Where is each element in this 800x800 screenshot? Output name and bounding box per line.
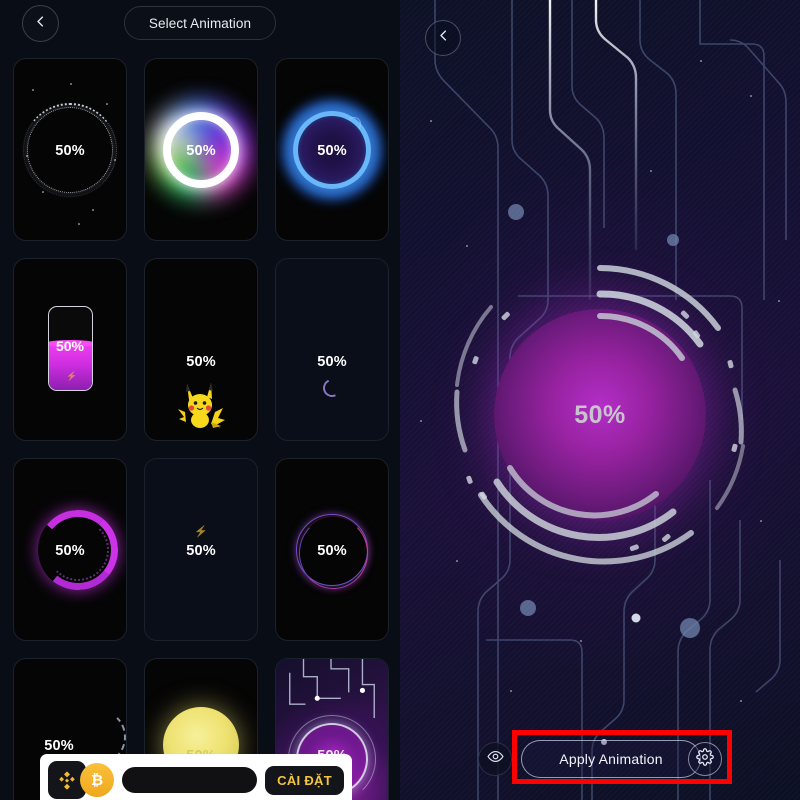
apply-animation-label: Apply Animation <box>559 751 663 767</box>
tile-percent: 50% <box>55 543 85 559</box>
animation-tile-blue-plasma[interactable]: 50% <box>275 58 389 241</box>
ad-text-placeholder <box>122 767 258 793</box>
tile-percent: 50% <box>317 143 347 159</box>
animation-tile-pikachu[interactable]: 50% <box>144 258 258 441</box>
animation-tile-grid: 50% 50% 50% ⚡ 50% 50% 50% 50% ⚡ 50% 50% … <box>13 58 389 800</box>
tile-percent: 50% <box>44 738 74 754</box>
animation-picker-panel: Select Animation 50% 50% 50% ⚡ 50% 50% 5… <box>0 0 400 800</box>
select-animation-label: Select Animation <box>148 15 252 31</box>
bolt-icon: ⚡ <box>66 370 78 381</box>
bitcoin-coin-icon: ₿ <box>80 763 114 797</box>
tile-percent: 50% <box>55 338 85 355</box>
ad-banner[interactable]: ₿ CÀI ĐẶT <box>40 754 352 800</box>
animation-tile-particle-ring[interactable]: 50% <box>13 58 127 241</box>
animation-tile-mini-spinner[interactable]: 50% <box>275 258 389 441</box>
eye-icon <box>486 748 504 770</box>
animation-tile-thin-dual-ring[interactable]: 50% <box>275 458 389 641</box>
battery-graphic: ⚡ 50% <box>47 305 93 391</box>
animation-tile-phone-battery[interactable]: ⚡ 50% <box>13 258 127 441</box>
animation-preview-panel: 50% Apply Animation <box>400 0 800 800</box>
settings-button[interactable] <box>688 742 722 776</box>
spinner-icon <box>320 376 344 400</box>
preview-orb: 50% <box>435 250 765 580</box>
left-header: Select Animation <box>0 0 400 46</box>
preview-controls: Apply Animation <box>400 736 800 782</box>
select-animation-title[interactable]: Select Animation <box>124 6 276 40</box>
bolt-icon: ⚡ <box>194 526 208 538</box>
app-root: Select Animation 50% 50% 50% ⚡ 50% 50% 5… <box>0 0 800 800</box>
preview-percent: 50% <box>574 401 626 429</box>
tile-percent: 50% <box>317 543 347 559</box>
preview-eye-button[interactable] <box>478 742 512 776</box>
animation-tile-neon-ring[interactable]: 50% <box>144 58 258 241</box>
tile-percent: 50% <box>317 354 347 370</box>
pikachu-icon <box>178 383 225 428</box>
back-button[interactable] <box>22 5 59 42</box>
tile-percent: 50% <box>186 543 216 559</box>
back-button-preview[interactable] <box>425 20 461 56</box>
tile-percent: 50% <box>55 143 85 159</box>
chevron-left-icon <box>436 28 451 48</box>
ad-install-button[interactable]: CÀI ĐẶT <box>265 765 344 795</box>
gear-icon <box>696 747 714 771</box>
tile-percent: 50% <box>186 143 216 159</box>
apply-animation-button[interactable]: Apply Animation <box>521 740 701 778</box>
tile-percent: 50% <box>186 354 216 370</box>
animation-tile-magenta-arc[interactable]: 50% <box>13 458 127 641</box>
ad-install-label: CÀI ĐẶT <box>277 772 332 788</box>
chevron-left-icon <box>33 14 48 34</box>
animation-tile-bolt-minimal[interactable]: ⚡ 50% <box>144 458 258 641</box>
